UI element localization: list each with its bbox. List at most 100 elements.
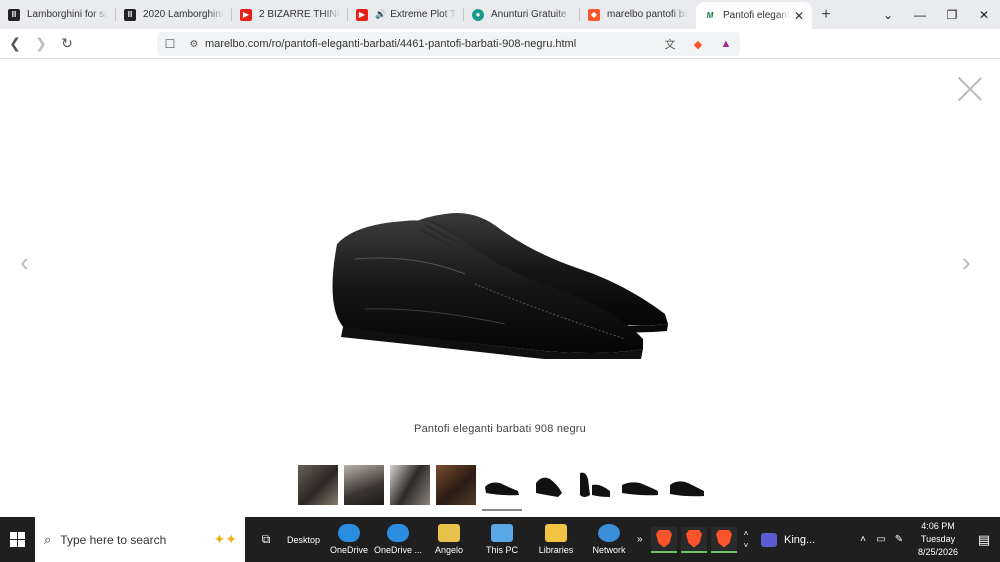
window-controls: ⌄ — ❐ ✕	[872, 0, 1000, 29]
thumbnail-active[interactable]	[482, 465, 522, 511]
site-favicon-icon: II	[8, 8, 20, 21]
brave-icon	[686, 529, 702, 548]
youtube-icon: ▶	[356, 8, 368, 21]
shoe-thumb-icon	[485, 482, 519, 496]
new-tab-button[interactable]: +	[812, 6, 840, 24]
taskbar-brave-3[interactable]	[711, 526, 737, 553]
start-button[interactable]	[0, 517, 35, 562]
tab-title: Lamborghini for sale	[27, 9, 108, 20]
tab-5[interactable]: ◆ marelbo pantofi bar	[580, 0, 696, 29]
forward-icon[interactable]: ❯	[30, 35, 52, 52]
thumbnail[interactable]	[344, 465, 384, 505]
thumbnail[interactable]	[390, 465, 430, 505]
close-window-icon[interactable]: ✕	[968, 8, 1000, 22]
taskbar-item-label: OneDrive ...	[373, 545, 422, 555]
taskbar-app-label: King...	[784, 533, 816, 546]
taskbar-network[interactable]: Network	[581, 517, 637, 562]
taskbar-libraries[interactable]: Libraries	[531, 517, 581, 562]
minimize-icon[interactable]: —	[904, 8, 936, 22]
thumbnail[interactable]	[436, 465, 476, 505]
taskbar-search-box[interactable]: ⌕ Type here to search ✦✦	[35, 517, 245, 562]
toolbar-overflow-icon[interactable]: »	[637, 534, 649, 545]
brave-shields-icon[interactable]: ◆	[684, 38, 712, 51]
tab-3[interactable]: ▶ 🔊 Extreme Plot Twi	[348, 0, 464, 29]
search-highlight-icon: ✦✦	[213, 531, 237, 547]
shoe-thumb-icon	[536, 477, 562, 497]
back-icon[interactable]: ❮	[4, 35, 26, 52]
notification-icon[interactable]: ▤	[968, 532, 1000, 548]
network-globe-icon	[598, 524, 620, 542]
taskbar-user-folder[interactable]: Angelo	[425, 517, 473, 562]
windows-logo-icon	[10, 532, 25, 547]
thumbnail[interactable]	[620, 465, 660, 505]
speaker-icon[interactable]: 🔊	[375, 9, 386, 20]
cloud-icon	[387, 524, 409, 542]
tab-title: 2020 Lamborghini Av	[143, 9, 224, 20]
tab-title: Pantofi eleganti	[723, 10, 790, 21]
url-text[interactable]: marelbo.com/ro/pantofi-eleganti-barbati/…	[205, 38, 656, 50]
translate-icon[interactable]: 文	[656, 36, 684, 52]
next-arrow-icon[interactable]: ›	[962, 247, 971, 278]
restore-icon[interactable]: ❐	[936, 8, 968, 22]
address-bar[interactable]: ☐ ⚙ marelbo.com/ro/pantofi-eleganti-barb…	[157, 32, 740, 56]
user-folder-icon	[438, 524, 460, 542]
brave-icon	[716, 529, 732, 548]
shoe-thumb-icon	[670, 481, 704, 497]
tab-6-active[interactable]: M Pantofi eleganti ✕	[696, 2, 812, 29]
taskbar-onedrive-2[interactable]: OneDrive ...	[371, 517, 425, 562]
taskbar-item-label: Network	[592, 545, 626, 555]
tab-1[interactable]: II 2020 Lamborghini Av	[116, 0, 232, 29]
tab-0[interactable]: II Lamborghini for sale	[0, 0, 116, 29]
taskbar-item-label: Angelo	[434, 545, 464, 555]
brave-shield-icon: ◆	[588, 8, 600, 21]
tab-strip: II Lamborghini for sale II 2020 Lamborgh…	[0, 0, 1000, 29]
clock-date: 8/25/2026	[917, 547, 959, 557]
bookmark-icon[interactable]: ☐	[157, 37, 183, 51]
browser-toolbar: ❮ ❯ ↻ ☐ ⚙ marelbo.com/ro/pantofi-elegant…	[0, 29, 1000, 76]
pen-icon[interactable]: ✎	[890, 534, 908, 545]
site-favicon-icon: ●	[472, 8, 484, 21]
cloud-icon	[338, 524, 360, 542]
task-view-icon[interactable]: ⧉	[245, 532, 287, 547]
taskbar-app-king[interactable]: King...	[761, 532, 816, 547]
tray-chevron-icon[interactable]: ˄	[854, 534, 872, 545]
site-favicon-icon: II	[124, 8, 136, 21]
brave-icon	[656, 529, 672, 548]
tab-4[interactable]: ● Anunturi Gratuite - P	[464, 0, 580, 29]
desktop-toolbar-label[interactable]: Desktop	[287, 535, 327, 545]
taskbar-this-pc[interactable]: This PC	[473, 517, 531, 562]
tab-title: 2 BIZARRE THINGS Y	[259, 9, 340, 20]
prev-arrow-icon[interactable]: ‹	[20, 247, 29, 278]
clock-day: Tuesday	[920, 534, 956, 544]
computer-icon	[491, 524, 513, 542]
taskbar-clock[interactable]: 4:06 PM Tuesday 8/25/2026	[908, 520, 968, 559]
thumbnail-strip	[298, 465, 706, 511]
thumbnail[interactable]	[574, 465, 614, 505]
taskbar-item-label: Libraries	[538, 545, 574, 555]
site-info-icon[interactable]: ⚙	[183, 39, 205, 50]
taskbar-brave-2[interactable]	[681, 526, 707, 553]
folder-icon	[545, 524, 567, 542]
tab-search-icon[interactable]: ⌄	[872, 8, 904, 22]
taskbar-onedrive[interactable]: OneDrive	[327, 517, 371, 562]
reload-icon[interactable]: ↻	[56, 35, 78, 52]
taskbar-brave-1[interactable]	[651, 526, 677, 553]
product-image-shoes	[332, 213, 668, 359]
brave-rewards-icon[interactable]: ▲	[712, 38, 740, 50]
shoe-thumb-icon	[622, 482, 658, 496]
lightbox-close-icon[interactable]	[956, 75, 984, 103]
app-icon	[761, 532, 777, 547]
thumbnail[interactable]	[298, 465, 338, 505]
marelbo-favicon-icon: M	[704, 9, 716, 22]
battery-icon[interactable]: ▭	[872, 534, 890, 545]
clock-time: 4:06 PM	[921, 521, 955, 531]
tab-title: Extreme Plot Twi	[390, 9, 456, 20]
taskbar-item-label: This PC	[485, 545, 518, 555]
thumbnail[interactable]	[528, 465, 568, 505]
tab-close-icon[interactable]: ✕	[794, 9, 804, 23]
tab-2[interactable]: ▶ 2 BIZARRE THINGS Y	[232, 0, 348, 29]
thumbnail[interactable]	[666, 465, 706, 505]
taskbar-scroll-icon[interactable]: ˄ ˅	[739, 528, 753, 552]
system-tray: ˄ ▭ ✎ 4:06 PM Tuesday 8/25/2026 ▤	[854, 517, 1000, 562]
taskbar-item-label: OneDrive	[329, 545, 368, 555]
